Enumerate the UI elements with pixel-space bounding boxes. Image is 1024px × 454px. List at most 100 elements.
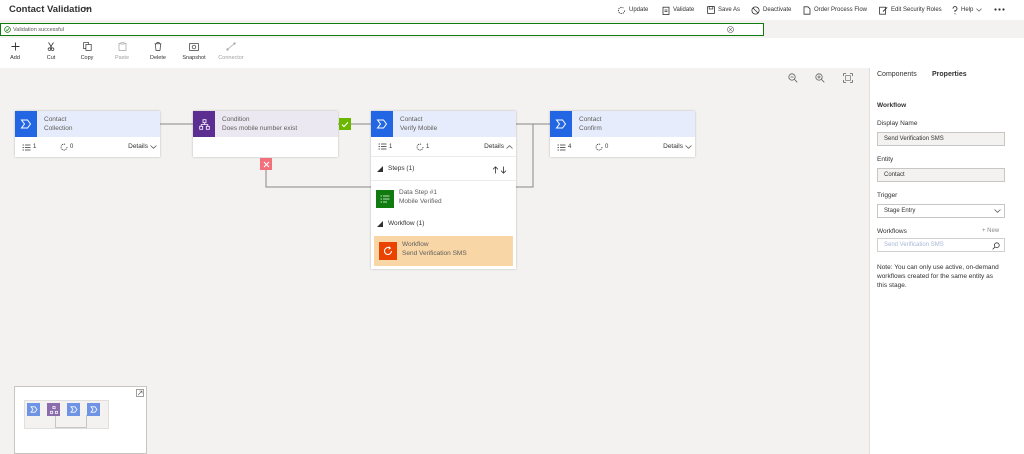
trigger-value: Stage Entry: [884, 208, 916, 214]
stage-label: Contact Confirm: [579, 115, 602, 133]
stage-name: Confirm: [579, 125, 602, 132]
chevron-up-icon: [506, 144, 513, 149]
data-step-label: Data Step #1 Mobile Verified: [399, 184, 442, 214]
stage-label: Condition Does mobile number exist: [222, 115, 297, 133]
minimap-stage-icon: [87, 403, 100, 416]
stage-label: Contact Collection: [44, 115, 73, 133]
workflow-icon: [60, 143, 68, 151]
data-step-icon: [376, 190, 394, 208]
workflows-count: 1: [416, 143, 429, 151]
stage-card-contact-collection[interactable]: Contact Collection 1 0 Details: [15, 111, 160, 157]
expand-minimap-icon[interactable]: [136, 389, 144, 397]
collapse-triangle-icon: [377, 165, 383, 172]
stage-name: Collection: [44, 125, 73, 132]
stage-icon: [15, 111, 37, 137]
steps-icon: [22, 144, 31, 151]
steps-value: 4: [568, 144, 572, 150]
workflow-icon: [416, 143, 424, 151]
minimap[interactable]: [14, 386, 147, 454]
minimap-connector: [55, 415, 87, 428]
workflow-search-value: Send Verification SMS: [884, 242, 944, 248]
workflows-count: 0: [595, 143, 608, 151]
details-toggle[interactable]: Details: [663, 143, 692, 150]
workflows-value: 1: [426, 143, 430, 150]
workflows-label: Workflows: [877, 228, 907, 235]
search-icon[interactable]: [992, 242, 1000, 250]
workflow-label: Workflow Send Verification SMS: [402, 236, 467, 266]
display-name-value: Send Verification SMS: [884, 136, 944, 142]
chevron-down-icon: [976, 8, 983, 12]
steps-section-header[interactable]: Steps (1): [377, 165, 414, 172]
entity-value: Contact: [884, 172, 905, 178]
workflow-section-header[interactable]: Workflow (1): [377, 220, 424, 227]
stage-label: Contact Verify Mobile: [400, 115, 437, 133]
stage-card-verify-mobile[interactable]: Contact Verify Mobile 1 1 Details Steps (…: [371, 111, 516, 269]
workflows-value: 0: [70, 144, 74, 150]
workflow-card-selected[interactable]: Workflow Send Verification SMS: [374, 236, 513, 266]
workflow-note: Note: You can only use active, on-demand…: [877, 264, 999, 289]
stage-footer: 1 0 Details: [15, 137, 160, 157]
trigger-select[interactable]: Stage Entry: [877, 204, 1005, 218]
entity-label: Entity: [877, 156, 894, 163]
steps-icon: [557, 144, 566, 151]
edit-security-roles-button[interactable]: Edit Security Roles: [879, 4, 942, 16]
details-toggle[interactable]: Details: [128, 143, 157, 150]
sort-arrows-icon[interactable]: [492, 166, 508, 174]
minimap-condition-icon: [47, 403, 60, 416]
stage-entity: Contact: [579, 116, 602, 123]
condition-true-icon[interactable]: [339, 118, 351, 130]
workflows-value: 0: [605, 144, 609, 150]
divider: [371, 180, 516, 181]
steps-value: 1: [389, 143, 393, 150]
help-button[interactable]: Help: [952, 4, 983, 16]
stage-entity: Condition: [222, 116, 250, 123]
details-label: Details: [663, 143, 683, 150]
more-options-icon[interactable]: [994, 8, 1005, 11]
help-label: Help: [961, 7, 974, 13]
stage-card-contact-confirm[interactable]: Contact Confirm 4 0 Details: [550, 111, 695, 157]
workflows-count: 0: [60, 143, 73, 151]
steps-count: 1: [22, 144, 36, 151]
data-step-name: Mobile Verified: [399, 198, 442, 205]
stage-icon: [550, 111, 572, 137]
workflow-name: Send Verification SMS: [402, 250, 467, 257]
steps-icon: [378, 143, 387, 150]
workflow-title: Workflow: [402, 241, 429, 248]
tab-components[interactable]: Components: [877, 71, 917, 78]
details-toggle[interactable]: Details: [484, 143, 513, 150]
steps-value: 1: [33, 144, 37, 150]
chevron-down-icon: [685, 144, 692, 149]
new-workflow-link[interactable]: + New: [982, 228, 999, 234]
minimap-stage-icon: [27, 403, 40, 416]
section-title: Workflow: [877, 102, 907, 109]
details-label: Details: [484, 143, 504, 150]
workflow-icon: [595, 143, 603, 151]
data-step-title: Data Step #1: [399, 189, 437, 196]
details-label: Details: [128, 143, 148, 150]
entity-field: Contact: [877, 168, 1005, 182]
condition-icon: [193, 111, 215, 137]
data-step-card[interactable]: Data Step #1 Mobile Verified: [371, 184, 516, 214]
steps-count: 4: [557, 144, 571, 151]
chevron-down-icon: [994, 209, 1001, 213]
stage-card-condition[interactable]: Condition Does mobile number exist: [193, 111, 338, 157]
condition-false-icon[interactable]: [260, 158, 272, 170]
chevron-down-icon: [150, 144, 157, 149]
display-name-field[interactable]: Send Verification SMS: [877, 132, 1005, 146]
display-name-label: Display Name: [877, 120, 918, 127]
workflow-icon: [379, 242, 397, 260]
collapse-triangle-icon: [377, 220, 383, 227]
stage-icon: [371, 111, 393, 137]
stage-entity: Contact: [44, 116, 67, 123]
stage-footer: 4 0 Details: [550, 137, 695, 157]
edit-security-roles-label: Edit Security Roles: [891, 7, 942, 13]
help-icon: [952, 5, 958, 15]
steps-section-label: Steps (1): [388, 165, 415, 172]
steps-count: 1: [378, 143, 392, 150]
workflow-search-input[interactable]: Send Verification SMS: [877, 238, 1005, 252]
stage-name: Verify Mobile: [400, 125, 438, 132]
minimap-stage-icon: [67, 403, 80, 416]
edit-icon: [879, 6, 888, 15]
tab-properties[interactable]: Properties: [932, 71, 967, 78]
trigger-label: Trigger: [877, 192, 898, 199]
